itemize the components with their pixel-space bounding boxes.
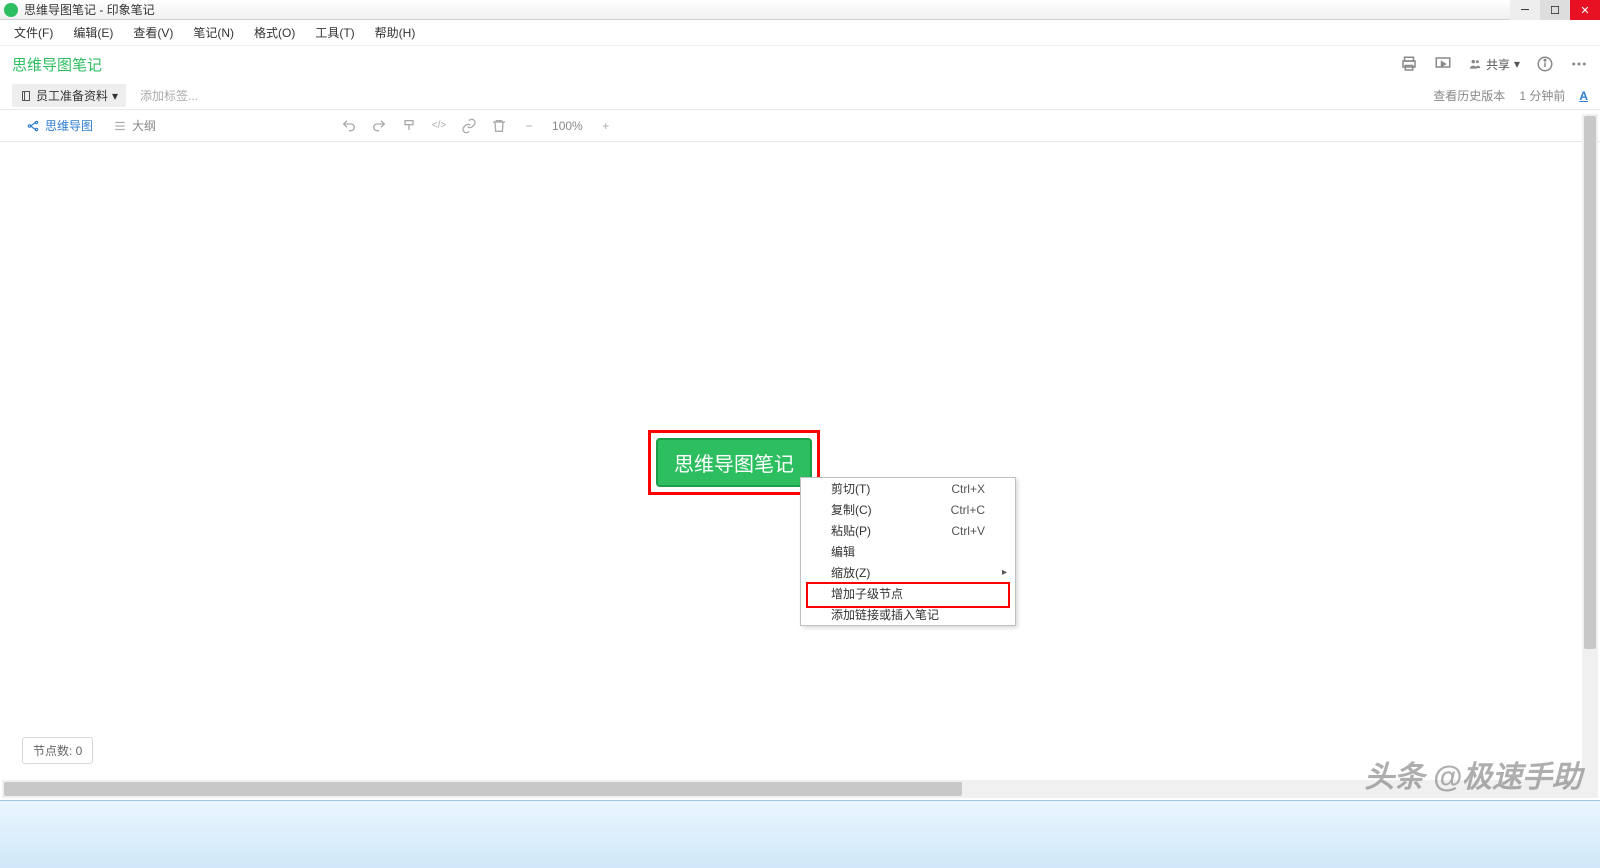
menu-file[interactable]: 文件(F): [4, 22, 63, 43]
share-button[interactable]: 共享 ▾: [1468, 56, 1520, 73]
vertical-scrollbar[interactable]: [1582, 114, 1598, 780]
zoom-level[interactable]: 100%: [546, 119, 589, 133]
add-tag-input[interactable]: 添加标签...: [140, 87, 198, 104]
chevron-down-icon: ▾: [112, 89, 118, 103]
root-node[interactable]: 思维导图笔记: [656, 438, 812, 487]
print-icon[interactable]: [1400, 55, 1418, 73]
undo-button[interactable]: [336, 113, 362, 139]
ctx-zoom[interactable]: 缩放(Z): [801, 562, 1015, 583]
notebook-row: 员工准备资料 ▾ 添加标签... 查看历史版本 1 分钟前 A: [0, 82, 1600, 110]
toolbar: 思维导图 大纲 </> − 100% +: [0, 110, 1600, 142]
note-header-actions: 共享 ▾: [1400, 55, 1588, 73]
root-node-highlight: 思维导图笔记: [648, 430, 820, 495]
note-title[interactable]: 思维导图笔记: [12, 54, 102, 75]
note-header: 思维导图笔记 共享 ▾: [0, 46, 1600, 82]
menu-format[interactable]: 格式(O): [244, 22, 305, 43]
close-button[interactable]: ✕: [1570, 0, 1600, 20]
maximize-button[interactable]: ☐: [1540, 0, 1570, 20]
ctx-add-child-label: 增加子级节点: [831, 585, 903, 602]
history-link[interactable]: 查看历史版本: [1433, 87, 1505, 104]
tab-outline-label: 大纲: [132, 117, 156, 134]
menu-view[interactable]: 查看(V): [123, 22, 183, 43]
present-icon[interactable]: [1434, 55, 1452, 73]
tab-mindmap[interactable]: 思维导图: [18, 114, 101, 137]
menu-help[interactable]: 帮助(H): [365, 22, 426, 43]
ctx-paste[interactable]: 粘贴(P) Ctrl+V: [801, 520, 1015, 541]
notebook-name: 员工准备资料: [36, 87, 108, 104]
ctx-copy[interactable]: 复制(C) Ctrl+C: [801, 499, 1015, 520]
code-button[interactable]: </>: [426, 113, 452, 139]
node-count-badge: 节点数: 0: [22, 737, 93, 764]
ctx-edit[interactable]: 编辑: [801, 541, 1015, 562]
notebook-selector[interactable]: 员工准备资料 ▾: [12, 84, 126, 107]
zoom-in-button[interactable]: +: [593, 113, 619, 139]
format-indicator[interactable]: A: [1579, 89, 1588, 103]
window-controls: ─ ☐ ✕: [1510, 0, 1600, 20]
menu-bar: 文件(F) 编辑(E) 查看(V) 笔记(N) 格式(O) 工具(T) 帮助(H…: [0, 20, 1600, 46]
ctx-cut[interactable]: 剪切(T) Ctrl+X: [801, 478, 1015, 499]
app-icon: [4, 3, 18, 17]
ctx-edit-label: 编辑: [831, 543, 855, 560]
ctx-add-link-label: 添加链接或插入笔记: [831, 606, 939, 623]
redo-button[interactable]: [366, 113, 392, 139]
more-icon[interactable]: [1570, 55, 1588, 73]
ctx-copy-shortcut: Ctrl+C: [951, 503, 985, 517]
menu-tools[interactable]: 工具(T): [305, 22, 364, 43]
outline-icon: [113, 119, 127, 133]
zoom-out-button[interactable]: −: [516, 113, 542, 139]
vertical-scrollbar-thumb[interactable]: [1584, 116, 1596, 649]
menu-note[interactable]: 笔记(N): [183, 22, 244, 43]
ctx-add-child[interactable]: 增加子级节点: [801, 583, 1015, 604]
tab-mindmap-label: 思维导图: [45, 117, 93, 134]
window-title: 思维导图笔记 - 印象笔记: [24, 1, 155, 18]
ctx-copy-label: 复制(C): [831, 501, 872, 518]
ctx-add-link[interactable]: 添加链接或插入笔记: [801, 604, 1015, 625]
chevron-down-icon: ▾: [1514, 57, 1520, 71]
copy-style-button[interactable]: [396, 113, 422, 139]
ctx-paste-label: 粘贴(P): [831, 522, 871, 539]
delete-button[interactable]: [486, 113, 512, 139]
ctx-cut-shortcut: Ctrl+X: [951, 482, 985, 496]
mindmap-icon: [26, 119, 40, 133]
share-label: 共享: [1486, 56, 1510, 73]
ctx-cut-label: 剪切(T): [831, 480, 870, 497]
context-menu: 剪切(T) Ctrl+X 复制(C) Ctrl+C 粘贴(P) Ctrl+V 编…: [800, 477, 1016, 626]
menu-edit[interactable]: 编辑(E): [63, 22, 123, 43]
ctx-zoom-label: 缩放(Z): [831, 564, 870, 581]
info-icon[interactable]: [1536, 55, 1554, 73]
title-bar: 思维导图笔记 - 印象笔记 ─ ☐ ✕: [0, 0, 1600, 20]
time-link[interactable]: 1 分钟前: [1519, 87, 1565, 104]
horizontal-scrollbar-thumb[interactable]: [4, 782, 962, 796]
minimize-button[interactable]: ─: [1510, 0, 1540, 20]
watermark: 头条 @极速手助: [1364, 752, 1582, 796]
horizontal-scrollbar[interactable]: [2, 780, 1598, 798]
tab-outline[interactable]: 大纲: [105, 114, 164, 137]
taskbar: [0, 800, 1600, 868]
link-button[interactable]: [456, 113, 482, 139]
ctx-paste-shortcut: Ctrl+V: [951, 524, 985, 538]
